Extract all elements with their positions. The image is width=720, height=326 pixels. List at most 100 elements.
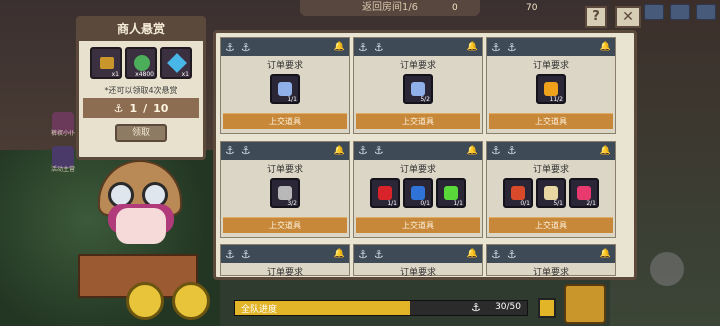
order-card-header: ⚓ ⚓ 🔔 [354,38,482,56]
order-items: 3/2 [221,177,349,210]
order-card: ⚓ ⚓ 🔔 订单要求 3/2 上交道具 [220,140,350,238]
gold-disc-icon [126,282,164,320]
anchor-icon: ⚓ [373,247,384,261]
book-icon[interactable] [538,298,556,318]
blue-shard-icon[interactable]: 5/2 [403,74,433,104]
crab-icon[interactable]: 0/1 [503,177,533,208]
order-title: 订单要求 [532,61,569,71]
order-card-header: ⚓ ⚓ 🔔 [487,245,615,264]
order-items: 0/1 5/1 2/1 [487,177,615,210]
order-title: 订单要求 [399,268,436,279]
order-items: 1/1 [221,74,349,106]
order-card-header: ⚓ ⚓ 🔔 [354,245,482,264]
order-grid: ⚓ ⚓ 🔔 订单要求 1/1 上交道具 ⚓ ⚓ 🔔 订单要求 5/2 上交道具 ⚓ ⚓ 🔔 订单要求 11/2 上… [220,37,630,277]
order-card: ⚓ ⚓ 🔔 订单要求 11/2 上交道具 [486,37,616,134]
submit-items-button[interactable]: 上交道具 [489,216,613,233]
order-card-header: ⚓ ⚓ 🔔 [487,141,615,160]
sound-icon[interactable] [670,4,690,20]
order-card-header: ⚓ ⚓ 🔔 [221,38,349,56]
anchor-icon: ⚓ [506,144,517,158]
attack-fist-icon[interactable] [650,252,684,286]
item-quantity: 1/1 [387,199,397,207]
anchor-icon: ⚓ [373,40,384,54]
order-card-header: ⚓ ⚓ 🔔 [221,245,349,264]
anchor-icon: ⚓ [225,247,235,261]
blue-crystal-icon[interactable]: x1 [160,47,192,79]
bounty-progress-total: 10 [153,101,169,115]
character-face [116,208,166,244]
green-flower-icon[interactable]: 1/1 [436,177,466,208]
system-icons [644,4,716,20]
silver-fish-icon[interactable]: 3/2 [270,177,300,208]
order-title: 订单要求 [532,164,569,175]
bell-icon: 🔔 [466,145,478,156]
shell-icon[interactable]: 5/1 [536,177,566,208]
blue-flower-icon[interactable]: 0/1 [403,177,433,208]
help-button[interactable]: ? [585,6,607,28]
order-title: 订单要求 [399,164,436,175]
treasure-chest-icon[interactable]: x1 [90,47,122,79]
order-title: 订单要求 [266,164,303,175]
order-card-header: ⚓ ⚓ 🔔 [221,141,349,160]
bell-icon: 🔔 [466,42,478,52]
team-progress-value: 30/50 [495,302,521,312]
anchor-icon: ⚓ [358,40,368,54]
order-card: ⚓ ⚓ 🔔 订单要求 1/1 0/1 1/1 上交道具 [353,140,483,238]
team-progress-label: 全队进度 [241,305,278,315]
anchor-icon: ⚓ [240,144,251,158]
bounty-progress: ⚓ 1 / 10 [83,98,199,118]
anchor-icon: ⚓ [491,247,501,261]
item-quantity: 5/1 [553,199,563,207]
order-card: ⚓ ⚓ 🔔 订单要求 [486,244,616,279]
bell-icon: 🔔 [466,249,478,260]
claim-button[interactable]: 领取 [115,124,167,142]
close-button[interactable]: ✕ [615,6,641,28]
gem-pile-icon[interactable]: x4800 [125,47,157,79]
goldfish-icon[interactable]: 11/2 [536,74,566,104]
anchor-icon: ⚓ [240,247,251,261]
order-title: 订单要求 [266,61,303,71]
mail-icon[interactable] [644,4,664,20]
pink-coral-icon[interactable]: 2/1 [569,177,599,208]
anchor-icon: ⚓ [491,144,501,158]
team-progress-bar: 全队进度 ⚓ 30/50 [234,300,528,316]
anchor-icon: ⚓ [225,144,235,158]
anchor-icon: ⚓ [358,144,368,158]
bounty-title: 商人悬赏 [79,19,203,41]
slash-icon: / [143,101,148,115]
submit-items-button[interactable]: 上交道具 [356,113,480,129]
bounty-rewards: x1 x4800 x1 [79,47,203,79]
anchor-icon: ⚓ [506,247,517,261]
anchor-icon: ⚓ [113,101,124,115]
resource-count-1: 0 [452,3,458,13]
side-label-2: 活动主营 [50,166,75,173]
order-card: ⚓ ⚓ 🔔 订单要求 [353,244,483,279]
bell-icon: 🔔 [333,42,345,52]
side-label-1: 裤衩小仆 [50,130,75,137]
submit-items-button[interactable]: 上交道具 [223,216,347,233]
anchor-icon: ⚓ [506,40,517,54]
submit-items-button[interactable]: 上交道具 [223,113,347,129]
order-title: 订单要求 [266,268,303,279]
blue-shard-icon[interactable]: 1/1 [270,74,300,104]
bell-icon: 🔔 [599,249,611,260]
item-quantity: 1/1 [453,199,463,207]
bounty-note: *还可以领取4次悬赏 [104,86,178,95]
order-panel: ⚓ ⚓ 🔔 订单要求 1/1 上交道具 ⚓ ⚓ 🔔 订单要求 5/2 上交道具 ⚓ ⚓ 🔔 订单要求 11/2 上… [213,30,637,280]
menu-icon[interactable] [696,4,716,20]
red-flower-icon[interactable]: 1/1 [370,177,400,208]
submit-items-button[interactable]: 上交道具 [489,113,613,129]
order-card: ⚓ ⚓ 🔔 订单要求 0/1 5/1 2/1 上交道具 [486,140,616,238]
submit-items-button[interactable]: 上交道具 [356,216,480,233]
order-title: 订单要求 [532,268,569,279]
anchor-icon: ⚓ [471,301,481,314]
order-title: 订单要求 [399,61,436,71]
item-quantity: 0/1 [520,199,530,207]
order-items: 1/1 0/1 1/1 [354,177,482,210]
order-items: 11/2 [487,74,615,106]
treasure-chest-icon[interactable] [564,284,606,324]
order-card-header: ⚓ ⚓ 🔔 [354,141,482,160]
anchor-icon: ⚓ [225,40,235,54]
resource-count-2: 70 [526,3,538,13]
anchor-icon: ⚓ [491,40,501,54]
